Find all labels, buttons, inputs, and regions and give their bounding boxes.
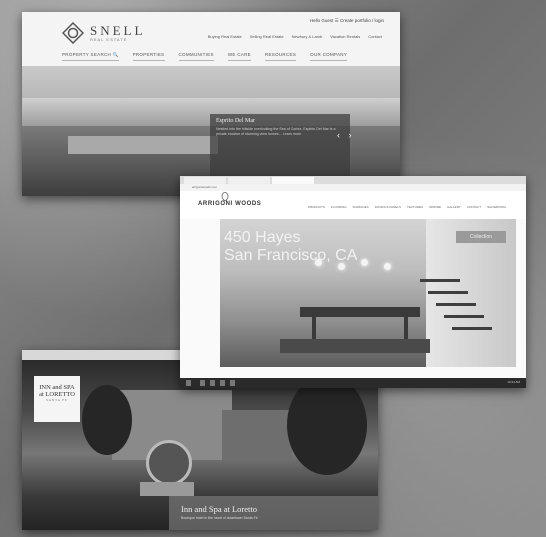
nav-item-our-company[interactable]: OUR COMPANY [310, 52, 348, 61]
nav-item-property-search[interactable]: PROPERTY SEARCH 🔍 [62, 52, 119, 61]
nav-item[interactable]: INSPIRE [429, 205, 441, 209]
stair-step [452, 327, 492, 330]
utility-links[interactable]: Hello Guest ☰ Create portfolio / login [310, 18, 384, 24]
nav-item[interactable]: FLOORING [331, 205, 347, 209]
inn-logo[interactable]: INN and SPA at LORETTO SANTA FE [34, 376, 80, 422]
hero-headline: 450 Hayes San Francisco, CA [224, 229, 357, 265]
taskbar-app-icon[interactable] [200, 380, 205, 386]
quick-link[interactable]: Buying Real Estate [208, 34, 242, 39]
tree [82, 385, 132, 455]
nav-item[interactable]: GALLERY [447, 205, 461, 209]
nav-item[interactable]: CONTACT [467, 205, 481, 209]
taskbar: 10:24 AM [180, 378, 526, 388]
caption-title: Esprito Del Mar [216, 118, 255, 124]
nav-item[interactable]: DOORS & PANELS [375, 205, 401, 209]
headline-line-2: San Francisco, CA [224, 247, 358, 264]
hero-title: Inn and Spa at Loretto [181, 504, 258, 514]
url-text[interactable]: arrigoniwoods.com [192, 185, 217, 189]
nav-item-resources[interactable]: RESOURCES [264, 52, 297, 61]
stair-step [428, 291, 468, 294]
collection-button[interactable]: Collection [456, 231, 506, 243]
stair-step [420, 279, 460, 282]
browser-tab[interactable] [272, 177, 314, 184]
logo-line-1: INN and SPA [39, 384, 75, 391]
nav-item-we-care[interactable]: WE CARE [227, 52, 251, 61]
hero-caption: Inn and Spa at Loretto Boutique hotel in… [169, 496, 378, 530]
start-icon[interactable] [186, 380, 191, 386]
fountain-base [140, 482, 194, 496]
leaf-logo-icon [221, 192, 229, 201]
quick-link[interactable]: Vacation Rentals [330, 34, 360, 39]
hero-subtitle: Boutique hotel in the heart of downtown … [181, 516, 258, 520]
stair-step [444, 315, 484, 318]
stair-step [436, 303, 476, 306]
quick-link[interactable]: Contact [368, 34, 382, 39]
caption-text: Nestled into the hillside overlooking th… [216, 127, 336, 136]
tree [287, 375, 367, 475]
carousel-arrows[interactable]: ‹ › [337, 130, 355, 140]
site-header: ARRIGONI WOODS PRODUCTS FLOORING SURFACE… [180, 191, 526, 219]
snell-logo[interactable]: SNELL REAL ESTATE [62, 22, 145, 44]
pendant-lamp [361, 259, 368, 266]
taskbar-app-icon[interactable] [230, 380, 235, 386]
site-header: SNELL REAL ESTATE Hello Guest ☰ Create p… [22, 12, 400, 74]
snell-website-screenshot: SNELL REAL ESTATE Hello Guest ☰ Create p… [22, 12, 400, 196]
nav-item[interactable]: PRODUCTS [308, 205, 325, 209]
browser-tabs [180, 176, 526, 184]
building [222, 410, 292, 460]
nav-item[interactable]: SURFACES [353, 205, 369, 209]
browser-tab[interactable] [184, 177, 226, 184]
brand-name: SNELL [90, 23, 146, 38]
dining-table [300, 307, 420, 317]
nav-item-properties[interactable]: PROPERTIES [132, 52, 165, 61]
logo-line-2: at LORETTO [39, 391, 75, 398]
main-nav: PRODUCTS FLOORING SURFACES DOORS & PANEL… [308, 205, 506, 209]
browser-tab[interactable] [228, 177, 270, 184]
taskbar-app-icon[interactable] [220, 380, 225, 386]
nav-item[interactable]: TEXTURES [407, 205, 423, 209]
hero-image: 450 Hayes San Francisco, CA Collection [220, 219, 516, 367]
quick-link[interactable]: Newbury & Lamb [292, 34, 323, 39]
nav-item-communities[interactable]: COMMUNITIES [178, 52, 214, 61]
quick-links: Buying Real Estate Selling Real Estate N… [208, 34, 382, 39]
pool [68, 136, 218, 154]
nav-item[interactable]: SHOWROOM [487, 205, 506, 209]
hero-caption: Esprito Del Mar Nestled into the hillsid… [210, 114, 350, 176]
main-nav: PROPERTY SEARCH 🔍 PROPERTIES COMMUNITIES… [62, 52, 348, 61]
compass-icon [62, 22, 84, 44]
taskbar-app-icon[interactable] [210, 380, 215, 386]
headline-line-1: 450 Hayes [224, 229, 301, 246]
bench [280, 339, 430, 353]
logo-line-3: SANTA FE [46, 398, 68, 402]
pendant-lamp [384, 263, 391, 270]
fountain [146, 440, 192, 486]
clock: 10:24 AM [507, 380, 520, 384]
arrigoni-website-screenshot: arrigoniwoods.com ARRIGONI WOODS PRODUCT… [180, 176, 526, 388]
arrigoni-logo[interactable]: ARRIGONI WOODS [198, 201, 261, 207]
quick-link[interactable]: Selling Real Estate [250, 34, 284, 39]
